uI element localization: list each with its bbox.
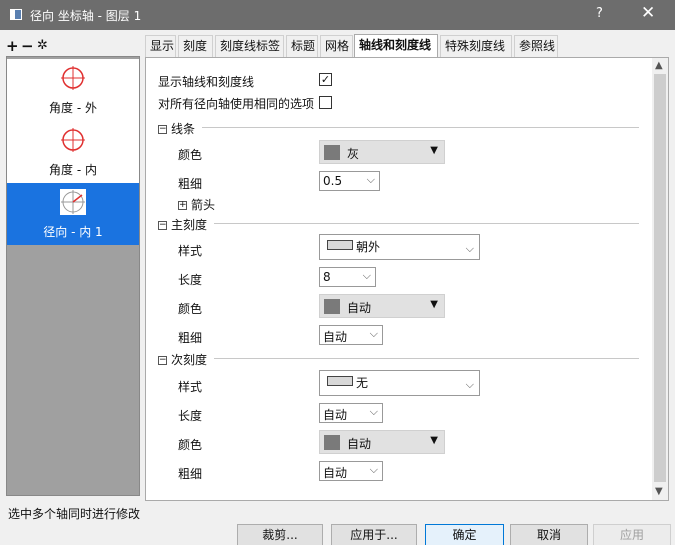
axis-item-label: 角度 - 内 <box>49 163 97 177</box>
section-divider <box>214 358 639 359</box>
dropdown-arrow-icon: ▼ <box>430 299 438 310</box>
tab-scale[interactable]: 刻度 <box>178 35 213 57</box>
app-icon <box>10 9 22 20</box>
scroll-down-icon[interactable]: ▼ <box>655 486 663 497</box>
axis-list: 角度 - 外 角度 - 内 径向 - 内 1 <box>6 56 140 496</box>
line-thickness-label: 粗细 <box>178 177 203 191</box>
window-title: 径向 坐标轴 - 图层 1 <box>30 9 142 23</box>
line-section-header[interactable]: − 线条 <box>158 120 195 137</box>
clip-button[interactable]: 裁剪... <box>237 524 323 545</box>
same-options-label: 对所有径向轴使用相同的选项 <box>158 97 315 111</box>
tab-special-ticks[interactable]: 特殊刻度线 <box>440 35 512 57</box>
major-color-picker[interactable]: 自动 ▼ <box>319 294 445 318</box>
tab-reference-lines[interactable]: 参照线 <box>514 35 558 57</box>
chevron-down-icon: ⌵ <box>366 173 375 186</box>
tick-style-icon <box>327 240 353 250</box>
minor-ticks-section-header[interactable]: − 次刻度 <box>158 351 207 368</box>
same-options-checkbox[interactable] <box>319 96 332 109</box>
color-swatch <box>324 435 340 450</box>
color-swatch <box>324 299 340 314</box>
major-length-label: 长度 <box>178 273 203 287</box>
add-axis-button[interactable]: + <box>6 38 19 54</box>
major-color-label: 颜色 <box>178 302 203 316</box>
apply-to-button[interactable]: 应用于... <box>331 524 417 545</box>
color-swatch <box>324 145 340 160</box>
axis-item-angle-inner[interactable]: 角度 - 内 <box>7 121 139 183</box>
axis-item-label: 角度 - 外 <box>49 101 97 115</box>
line-thickness-select[interactable]: 0.5 ⌵ <box>319 171 380 191</box>
scroll-thumb[interactable] <box>654 74 666 482</box>
tab-grid[interactable]: 网格 <box>320 35 353 57</box>
chevron-down-icon: ⌵ <box>362 269 371 282</box>
section-divider <box>202 127 639 128</box>
major-length-select[interactable]: 8 ⌵ <box>319 267 376 287</box>
minor-thickness-select[interactable]: 自动 ⌵ <box>319 461 383 481</box>
show-axis-checkbox[interactable]: ✓ <box>319 73 332 86</box>
minor-thickness-label: 粗细 <box>178 467 203 481</box>
expand-icon: + <box>178 200 187 210</box>
collapse-icon: − <box>158 220 167 230</box>
minor-style-select[interactable]: 无 ⌵ <box>319 370 480 396</box>
minor-length-select[interactable]: 自动 ⌵ <box>319 403 383 423</box>
collapse-icon: − <box>158 124 167 134</box>
line-color-label: 颜色 <box>178 148 203 162</box>
tab-title[interactable]: 标题 <box>286 35 318 57</box>
dropdown-arrow-icon: ▼ <box>430 145 438 156</box>
polar-axis-icon <box>61 66 85 90</box>
tab-display[interactable]: 显示 <box>145 35 176 57</box>
remove-axis-button[interactable]: − <box>21 38 34 54</box>
ok-button[interactable]: 确定 <box>425 524 504 545</box>
cancel-button[interactable]: 取消 <box>510 524 588 545</box>
show-axis-label: 显示轴线和刻度线 <box>158 75 255 89</box>
major-thickness-select[interactable]: 自动 ⌵ <box>319 325 383 345</box>
major-thickness-label: 粗细 <box>178 331 203 345</box>
major-style-label: 样式 <box>178 244 203 258</box>
axis-item-label: 径向 - 内 1 <box>43 225 103 239</box>
axis-item-radial-inner-1[interactable]: 径向 - 内 1 <box>7 183 139 245</box>
chevron-down-icon: ⌵ <box>369 463 378 476</box>
settings-icon[interactable]: ✲ <box>37 38 48 54</box>
major-style-select[interactable]: 朝外 ⌵ <box>319 234 480 260</box>
help-button[interactable]: ? <box>596 6 603 21</box>
apply-button[interactable]: 应用 <box>593 524 671 545</box>
dropdown-arrow-icon: ▼ <box>430 435 438 446</box>
major-ticks-section-header[interactable]: − 主刻度 <box>158 216 207 233</box>
polar-axis-icon <box>61 128 85 152</box>
chevron-down-icon: ⌵ <box>465 378 474 391</box>
vertical-scrollbar[interactable]: ▲ ▼ <box>652 58 668 500</box>
minor-length-label: 长度 <box>178 409 203 423</box>
status-text: 选中多个轴同时进行修改 <box>8 507 141 521</box>
arrow-section-header[interactable]: + 箭头 <box>178 196 215 213</box>
tick-style-icon <box>327 376 353 386</box>
section-divider <box>214 223 639 224</box>
tab-line-and-ticks[interactable]: 轴线和刻度线 <box>354 34 438 58</box>
line-color-picker[interactable]: 灰 ▼ <box>319 140 445 164</box>
axis-item-angle-outer[interactable]: 角度 - 外 <box>7 59 139 121</box>
radial-axis-icon <box>60 189 86 215</box>
minor-color-picker[interactable]: 自动 ▼ <box>319 430 445 454</box>
close-button[interactable]: ✕ <box>641 3 655 23</box>
scroll-up-icon[interactable]: ▲ <box>655 60 663 71</box>
minor-style-label: 样式 <box>178 380 203 394</box>
title-bar: 径向 坐标轴 - 图层 1 ? ✕ <box>0 0 675 30</box>
tab-tick-labels[interactable]: 刻度线标签 <box>215 35 284 57</box>
chevron-down-icon: ⌵ <box>369 327 378 340</box>
chevron-down-icon: ⌵ <box>465 242 474 255</box>
collapse-icon: − <box>158 355 167 365</box>
chevron-down-icon: ⌵ <box>369 405 378 418</box>
minor-color-label: 颜色 <box>178 438 203 452</box>
